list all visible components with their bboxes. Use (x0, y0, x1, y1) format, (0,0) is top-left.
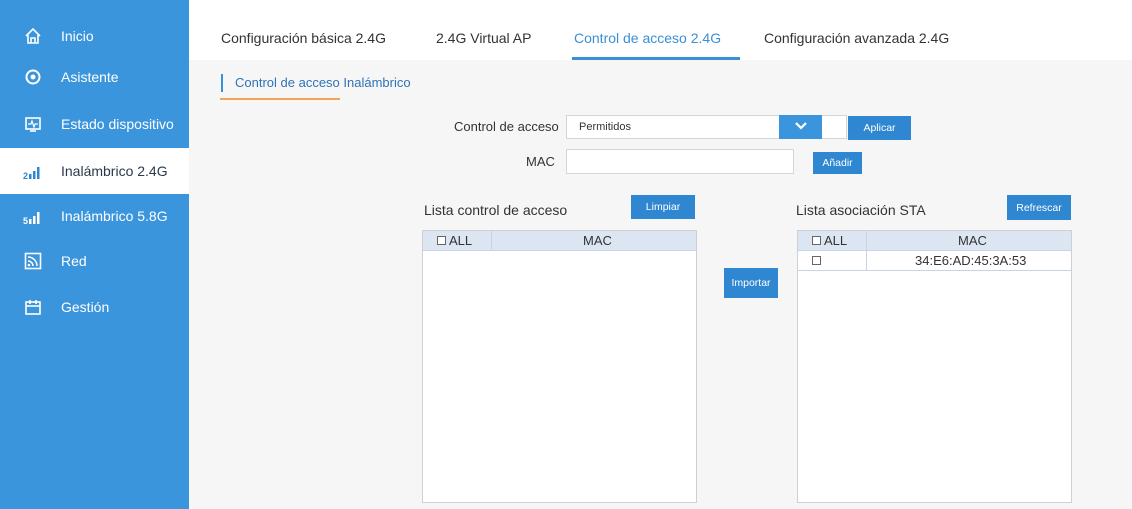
select-all-checkbox[interactable] (812, 236, 821, 245)
acl-list-header: ALL MAC (423, 231, 696, 251)
clear-button[interactable]: Limpiar (631, 195, 695, 219)
chevron-down-icon (794, 118, 808, 136)
sidebar-item-label: Estado dispositivo (61, 116, 174, 132)
sta-list: ALL MAC 34:E6:AD:45:3A:53 (797, 230, 1072, 503)
sidebar-item-label: Inicio (61, 28, 94, 44)
section-title: Control de acceso Inalámbrico (221, 74, 411, 92)
main-content: Configuración básica 2.4G 2.4G Virtual A… (189, 0, 1132, 509)
access-control-dropdown-button[interactable] (779, 115, 822, 139)
select-all-checkbox[interactable] (437, 236, 446, 245)
acl-select-all[interactable]: ALL (437, 231, 472, 250)
acl-list: ALL MAC (422, 230, 697, 503)
mac-input[interactable] (566, 149, 794, 174)
sidebar-item-label: Red (61, 253, 87, 269)
column-divider (491, 231, 492, 250)
tab-virtual-ap[interactable]: 2.4G Virtual AP (436, 30, 531, 46)
svg-text:5: 5 (23, 216, 28, 225)
tab-control-acceso[interactable]: Control de acceso 2.4G (574, 30, 721, 46)
svg-text:2: 2 (23, 171, 28, 180)
column-header-mac: MAC (958, 233, 987, 248)
access-control-value: Permitidos (579, 121, 631, 133)
apply-button[interactable]: Aplicar (848, 116, 911, 140)
sidebar: Inicio Asistente Estado dispositivo 2 In… (0, 0, 189, 509)
row-checkbox[interactable] (812, 256, 821, 265)
tab-configuracion-avanzada[interactable]: Configuración avanzada 2.4G (764, 30, 949, 46)
mac-label: MAC (526, 154, 555, 169)
column-header-all: ALL (824, 233, 848, 248)
sta-list-title: Lista asociación STA (796, 202, 926, 218)
sidebar-item-estado-dispositivo[interactable]: Estado dispositivo (0, 101, 189, 147)
home-icon (23, 26, 43, 46)
table-row[interactable]: 34:E6:AD:45:3A:53 (798, 251, 1071, 271)
sidebar-item-inalambrico-58g[interactable]: 5 Inalámbrico 5.8G (0, 193, 189, 239)
sidebar-item-label: Asistente (61, 69, 119, 85)
column-header-all: ALL (449, 233, 473, 248)
column-divider (866, 231, 867, 250)
sidebar-item-inicio[interactable]: Inicio (0, 13, 189, 59)
network-icon (23, 251, 43, 271)
tab-configuracion-basica[interactable]: Configuración básica 2.4G (221, 30, 386, 46)
sta-list-header: ALL MAC (798, 231, 1071, 251)
sta-select-all[interactable]: ALL (812, 231, 847, 250)
wifi-2g-icon: 2 (23, 161, 43, 181)
device-status-icon (23, 114, 43, 134)
sidebar-item-label: Gestión (61, 299, 110, 315)
row-checkbox-cell[interactable] (812, 251, 824, 270)
add-button[interactable]: Añadir (813, 152, 862, 174)
column-header-mac: MAC (583, 233, 612, 248)
sidebar-item-asistente[interactable]: Asistente (0, 54, 189, 100)
import-button[interactable]: Importar (724, 268, 778, 298)
acl-list-title: Lista control de acceso (424, 202, 568, 218)
wifi-5g-icon: 5 (23, 206, 43, 226)
refresh-button[interactable]: Refrescar (1007, 195, 1071, 220)
sidebar-item-gestion[interactable]: Gestión (0, 284, 189, 330)
tab-bar: Configuración básica 2.4G 2.4G Virtual A… (189, 0, 1132, 60)
active-tab-indicator (572, 57, 740, 60)
access-control-label: Control de acceso (454, 119, 559, 134)
sta-mac-cell: 34:E6:AD:45:3A:53 (915, 253, 1027, 268)
sidebar-item-red[interactable]: Red (0, 238, 189, 284)
management-icon (23, 297, 43, 317)
column-divider (866, 251, 867, 270)
wizard-gear-icon (23, 67, 43, 87)
sidebar-item-label: Inalámbrico 2.4G (61, 163, 168, 179)
sidebar-item-label: Inalámbrico 5.8G (61, 208, 168, 224)
section-title-underline (220, 98, 340, 100)
sidebar-item-inalambrico-24g[interactable]: 2 Inalámbrico 2.4G (0, 148, 189, 194)
